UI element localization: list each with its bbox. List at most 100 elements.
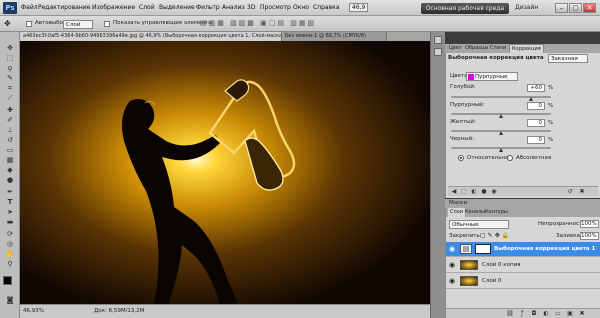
healing-tool-icon[interactable]: ✚ xyxy=(2,106,18,115)
minimize-button[interactable]: – xyxy=(555,3,568,13)
layer-name[interactable]: Слой 0 копия xyxy=(482,262,520,268)
colors-dropdown[interactable]: Пурпурные xyxy=(466,72,518,81)
workspace-design-link[interactable]: Дизайн xyxy=(515,4,538,11)
type-tool-icon[interactable]: T xyxy=(2,198,18,207)
reset-icon[interactable]: ↺ xyxy=(566,188,574,196)
actions-icon[interactable] xyxy=(434,48,442,56)
masks-panel-header[interactable]: Маски xyxy=(445,199,600,208)
slider-black-value[interactable]: 0 xyxy=(527,136,545,144)
fx-icon[interactable]: ƒ xyxy=(518,310,526,318)
opacity-field[interactable]: 100% xyxy=(580,220,599,228)
menu-layer[interactable]: Слой xyxy=(139,4,155,11)
auto-select-checkbox[interactable] xyxy=(26,21,32,27)
tab-paths[interactable]: Контуры xyxy=(483,208,510,217)
move-tool-icon[interactable]: ✥ xyxy=(2,44,18,53)
3d-rotate-tool-icon[interactable]: ⟳ xyxy=(2,230,18,239)
quick-select-tool-icon[interactable]: ✎ xyxy=(2,74,18,83)
maximize-button[interactable]: ▢ xyxy=(569,3,582,13)
menu-filter[interactable]: Фильтр xyxy=(196,4,220,11)
zoom-percent[interactable]: 46,93% xyxy=(23,305,44,317)
slider-black-knob[interactable] xyxy=(499,148,503,152)
dodge-tool-icon[interactable]: ● xyxy=(2,176,18,185)
auto-select-dropdown[interactable]: Слой xyxy=(63,20,93,29)
eraser-tool-icon[interactable]: ▭ xyxy=(2,146,18,155)
tab-swatches[interactable]: Образцы xyxy=(463,44,490,53)
history-brush-tool-icon[interactable]: ↺ xyxy=(2,136,18,145)
tab-color[interactable]: Цвет xyxy=(447,44,464,53)
add-mask-icon[interactable]: ◘ xyxy=(530,310,538,318)
new-adjustment-icon[interactable]: ◐ xyxy=(542,310,550,318)
new-group-icon[interactable]: ▭ xyxy=(554,310,562,318)
lasso-tool-icon[interactable]: ϙ xyxy=(2,64,18,73)
slider-magenta-value[interactable]: 0 xyxy=(527,102,545,110)
slider-cyan-value[interactable]: +60 xyxy=(527,84,545,92)
tab-styles[interactable]: Стили xyxy=(488,44,508,53)
expand-view-icon[interactable]: ⬚ xyxy=(460,188,468,196)
gradient-tool-icon[interactable]: ▦ xyxy=(2,156,18,165)
eye-icon[interactable]: ◉ xyxy=(449,277,455,285)
visibility-icon[interactable]: ● xyxy=(480,188,488,196)
quick-mask-icon[interactable]: ◙ xyxy=(2,296,18,305)
menu-window[interactable]: Окно xyxy=(293,4,309,11)
close-button[interactable]: ✕ xyxy=(583,3,596,13)
path-select-tool-icon[interactable]: ➤ xyxy=(2,208,18,217)
layer-name[interactable]: Выборочная коррекция цвета 1 xyxy=(494,246,595,252)
3d-camera-tool-icon[interactable]: ◎ xyxy=(2,240,18,249)
menu-3d[interactable]: 3D xyxy=(247,4,255,11)
crop-tool-icon[interactable]: ⌗ xyxy=(2,84,18,93)
clip-layer-icon[interactable]: ◐ xyxy=(470,188,478,196)
blur-tool-icon[interactable]: ◆ xyxy=(2,166,18,175)
method-relative-radio[interactable] xyxy=(458,155,464,161)
blend-mode-dropdown[interactable]: Обычные xyxy=(449,220,509,229)
eyedropper-tool-icon[interactable]: ⟋ xyxy=(2,94,18,103)
menu-edit[interactable]: Редактирование xyxy=(38,4,90,11)
hand-tool-icon[interactable]: ✋ xyxy=(2,250,18,259)
preset-dropdown[interactable]: Заказная xyxy=(548,54,588,63)
method-absolute-radio[interactable] xyxy=(507,155,513,161)
document-tab-untitled[interactable]: Без имени-1 @ 66,7% (CMYK/8) xyxy=(282,32,387,41)
layer-name[interactable]: Слой 0 xyxy=(482,278,502,284)
menu-view[interactable]: Просмотр xyxy=(260,4,291,11)
move-tool-icon[interactable]: ✥ xyxy=(4,19,11,28)
history-icon[interactable] xyxy=(434,36,442,44)
fill-field[interactable]: 100% xyxy=(580,232,599,240)
eye-icon[interactable]: ◉ xyxy=(449,245,455,253)
layer-row-base[interactable]: ◉ Слой 0 xyxy=(446,274,600,289)
menu-image[interactable]: Изображение xyxy=(92,4,135,11)
slider-cyan-track[interactable] xyxy=(451,96,551,98)
workspace-main-button[interactable]: Основная рабочая среда xyxy=(421,3,509,14)
lock-icons[interactable]: ▢✎✥🔒 xyxy=(480,232,511,239)
stamp-tool-icon[interactable]: ⊥ xyxy=(2,126,18,135)
layer-mask-thumbnail[interactable] xyxy=(475,244,491,254)
eye-icon[interactable]: ◉ xyxy=(449,261,455,269)
slider-magenta-knob[interactable] xyxy=(499,114,503,118)
menu-analysis[interactable]: Анализ xyxy=(222,4,245,11)
pen-tool-icon[interactable]: ✒ xyxy=(2,188,18,197)
show-transform-checkbox[interactable] xyxy=(104,21,110,27)
layer-row-copy[interactable]: ◉ Слой 0 копия xyxy=(446,258,600,273)
canvas-image[interactable] xyxy=(20,41,430,304)
saxophone-photo xyxy=(20,41,430,304)
back-arrow-icon[interactable]: ◀ xyxy=(450,188,458,196)
slider-yellow-knob[interactable] xyxy=(499,131,503,135)
marquee-tool-icon[interactable]: ⬚ xyxy=(2,54,18,63)
zoom-level-dropdown[interactable]: 46,9 xyxy=(349,3,369,12)
menu-select[interactable]: Выделение xyxy=(159,4,195,11)
new-layer-icon[interactable]: ▣ xyxy=(566,310,574,318)
slider-yellow-value[interactable]: 0 xyxy=(527,119,545,127)
trash-icon[interactable]: ✖ xyxy=(578,310,586,318)
foreground-color-swatch[interactable] xyxy=(3,276,12,285)
link-layers-icon[interactable]: ⛓ xyxy=(506,310,514,318)
zoom-tool-icon[interactable]: ⚲ xyxy=(2,260,18,269)
preview-icon[interactable]: ◉ xyxy=(490,188,498,196)
menu-help[interactable]: Справка xyxy=(313,4,339,11)
tab-adjustments[interactable]: Коррекция xyxy=(509,44,544,53)
shape-tool-icon[interactable]: ▬ xyxy=(2,218,18,227)
delete-adjustment-icon[interactable]: ✖ xyxy=(578,188,586,196)
align-buttons[interactable]: ▤▥▦ ▧▨▩ ▣▢▤ ▥▦▧ xyxy=(200,19,316,27)
menu-file[interactable]: Файл xyxy=(21,4,38,11)
slider-cyan-knob[interactable] xyxy=(529,97,533,101)
layer-row-adjustment[interactable]: ◉ ▤ Выборочная коррекция цвета 1 xyxy=(446,242,600,257)
document-tab-active[interactable]: a463ec3f-0af5-4364-9b60-94963396a49e.jpg… xyxy=(20,32,282,41)
brush-tool-icon[interactable]: ✐ xyxy=(2,116,18,125)
